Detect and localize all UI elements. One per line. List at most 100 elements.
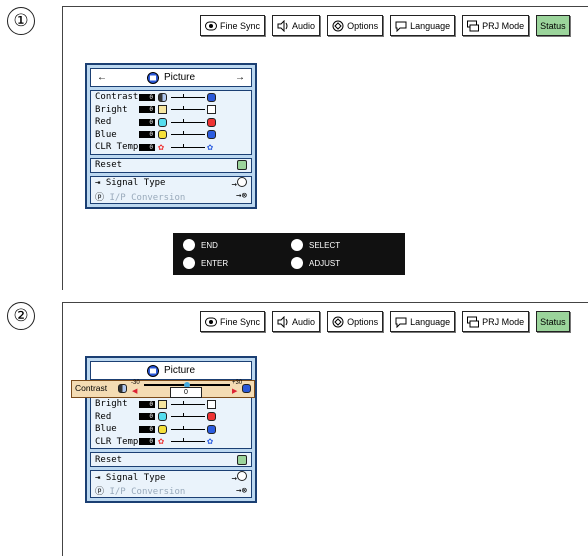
menu-row-reset[interactable]: Reset xyxy=(91,453,251,466)
slider-track[interactable] xyxy=(171,93,205,98)
tab-label: Fine Sync xyxy=(220,20,261,31)
contrast-low-icon xyxy=(158,92,167,102)
tab-status[interactable]: Status xyxy=(536,311,570,332)
tab-language[interactable]: Language xyxy=(390,15,456,36)
submenu-arrow-icon: → xyxy=(232,471,247,484)
prj-mode-icon xyxy=(467,20,480,31)
menu-row-red[interactable]: Red 0 xyxy=(91,116,251,129)
menu-row-blue[interactable]: Blue 0 xyxy=(91,423,251,436)
tab-label: Options xyxy=(347,316,379,327)
speaker-icon xyxy=(277,19,288,32)
prj-mode-icon xyxy=(467,316,480,327)
red-square-icon xyxy=(207,117,216,127)
menu-header: Picture xyxy=(90,361,252,380)
sun-bright-icon xyxy=(207,399,216,409)
menu-row-blue[interactable]: Blue 0 xyxy=(91,129,251,142)
menu-title: Picture xyxy=(163,365,196,376)
tab-label: PRJ Mode xyxy=(482,316,525,327)
cyan-square-icon xyxy=(158,412,167,422)
menu-title: Picture xyxy=(163,72,196,83)
tab-prj-mode[interactable]: PRJ Mode xyxy=(462,311,530,332)
row-value: 0 xyxy=(139,118,155,126)
slider-track[interactable] xyxy=(171,118,205,123)
menu-row-clr-temp[interactable]: CLR Temp 0 ✿ ✿ xyxy=(91,436,251,449)
select-label: SELECT xyxy=(309,240,341,250)
menu-row-bright[interactable]: Bright 0 xyxy=(91,104,251,117)
menu-row-ip-conversion[interactable]: ⓟ I/P Conversion →⊗ xyxy=(91,484,251,498)
select-button-icon xyxy=(291,239,303,251)
submenu-arrow-icon: → xyxy=(232,176,247,190)
sun-dim-icon xyxy=(158,105,167,115)
row-label: Contrast xyxy=(95,92,139,103)
adjust-right-arrow-icon[interactable]: ▶ xyxy=(232,387,237,395)
menu-row-signal-type[interactable]: ⇥ Signal Type → xyxy=(91,471,251,484)
tab-audio[interactable]: Audio xyxy=(272,311,321,332)
tab-label: Language xyxy=(410,316,451,327)
menu-row-clr-temp[interactable]: CLR Temp 0 ✿ ✿ xyxy=(91,141,251,154)
picture-menu: Picture Bright 0 Red 0 Blue 0 CLR Temp 0… xyxy=(85,356,257,503)
row-label: CLR Temp xyxy=(95,436,139,447)
options-icon xyxy=(332,316,344,327)
menu-row-contrast[interactable]: Contrast 0 xyxy=(91,91,251,104)
row-label: Bright xyxy=(95,104,128,115)
menu-row-ip-conversion[interactable]: ⓟ I/P Conversion →⊗ xyxy=(91,190,251,203)
disabled-submenu-icon: →⊗ xyxy=(236,191,247,201)
tab-language[interactable]: Language xyxy=(390,311,456,332)
slider-track[interactable] xyxy=(171,413,205,418)
adjust-left-arrow-icon[interactable]: ◀ xyxy=(132,387,137,395)
tab-label: Language xyxy=(410,20,451,31)
sun-dim-icon xyxy=(158,399,167,409)
tab-status[interactable]: Status xyxy=(536,15,570,36)
fine-sync-icon xyxy=(205,317,217,326)
button-guide: END ENTER SELECT ADJUST xyxy=(173,233,405,275)
enter-button-icon xyxy=(183,257,195,269)
reset-icon xyxy=(237,160,247,170)
adjust-button-icon xyxy=(291,257,303,269)
slider-track[interactable] xyxy=(171,143,205,148)
adjust-group: Contrast 0 Bright 0 Red 0 Blue 0 CLR Tem… xyxy=(90,90,252,155)
slider-track[interactable] xyxy=(171,131,205,136)
right-arrow-icon[interactable]: → xyxy=(235,72,245,83)
slider-track[interactable] xyxy=(171,400,205,405)
reset-group: Reset xyxy=(90,157,252,173)
menu-row-bright[interactable]: Bright 0 xyxy=(91,398,251,411)
menu-row-signal-type[interactable]: ⇥ Signal Type → xyxy=(91,176,251,190)
tab-label: Audio xyxy=(292,316,316,327)
warm-color-icon: ✿ xyxy=(158,436,165,448)
adjust-label: Contrast xyxy=(75,383,108,393)
slider-track[interactable] xyxy=(171,438,205,443)
tab-options[interactable]: Options xyxy=(327,15,384,36)
ip-conversion-icon: ⓟ xyxy=(95,487,105,497)
ip-conversion-label: I/P Conversion xyxy=(109,487,186,497)
slider-track[interactable] xyxy=(171,106,205,111)
row-value: 0 xyxy=(139,143,155,151)
ip-conversion-label: I/P Conversion xyxy=(109,192,186,203)
row-value: 0 xyxy=(139,438,155,446)
tab-label: Audio xyxy=(292,20,316,31)
tab-label: PRJ Mode xyxy=(482,20,525,31)
tab-options[interactable]: Options xyxy=(327,311,384,332)
reset-group: Reset xyxy=(90,452,252,467)
tab-fine-sync[interactable]: Fine Sync xyxy=(200,311,266,332)
signal-type-icon: ⇥ xyxy=(95,178,101,188)
step-number-1: ① xyxy=(7,7,35,35)
menu-row-red[interactable]: Red 0 xyxy=(91,411,251,424)
end-label: END xyxy=(201,240,218,250)
contrast-low-icon xyxy=(118,384,127,393)
row-label: Red xyxy=(95,117,112,128)
slider-track[interactable] xyxy=(171,425,205,430)
menu-row-reset[interactable]: Reset xyxy=(91,159,251,172)
adjust-label: ADJUST xyxy=(309,258,341,268)
reset-label: Reset xyxy=(95,454,123,465)
left-arrow-icon[interactable]: ← xyxy=(97,72,107,83)
signal-group: ⇥ Signal Type → ⓟ I/P Conversion →⊗ xyxy=(90,470,252,498)
tab-label: Options xyxy=(347,20,379,31)
contrast-adjust-bar[interactable]: Contrast -30 ◀ 0 +30 ▶ xyxy=(71,380,255,398)
screen-panel-2: Fine Sync Audio Options Language PRJ Mod… xyxy=(62,302,588,556)
menu-tabbar: Fine Sync Audio Options Language PRJ Mod… xyxy=(200,311,570,332)
tab-fine-sync[interactable]: Fine Sync xyxy=(200,15,266,36)
tab-label: Status xyxy=(540,20,566,31)
tab-prj-mode[interactable]: PRJ Mode xyxy=(462,15,530,36)
row-value: 0 xyxy=(139,106,155,114)
tab-audio[interactable]: Audio xyxy=(272,15,321,36)
